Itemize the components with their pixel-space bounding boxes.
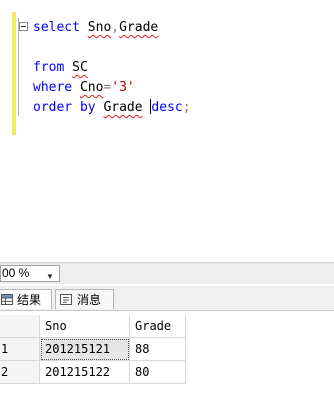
sql-keyword: select xyxy=(33,20,80,35)
row-number[interactable]: 1 xyxy=(0,338,40,361)
message-icon xyxy=(60,294,72,305)
sql-keyword: desc xyxy=(151,100,183,115)
tab-messages[interactable]: 消息 xyxy=(55,289,114,309)
sql-keyword: from xyxy=(33,60,65,75)
tab-results[interactable]: 结果 xyxy=(0,289,52,309)
zoom-select[interactable]: 00 % ▼ xyxy=(0,265,60,282)
cell-grade[interactable]: 80 xyxy=(130,361,186,384)
collapse-icon[interactable] xyxy=(19,22,28,31)
results-tab-strip: 结果 消息 xyxy=(0,286,334,311)
sql-token: Sno xyxy=(87,20,112,35)
sql-keyword: order by xyxy=(33,100,96,115)
cell-grade[interactable]: 88 xyxy=(130,338,186,361)
zoom-value: 00 % xyxy=(2,266,30,280)
cell-sno[interactable]: 201215122 xyxy=(40,361,130,384)
sql-keyword: where xyxy=(33,80,73,95)
dropdown-arrow-icon[interactable]: ▼ xyxy=(46,269,54,284)
sql-token: , xyxy=(111,20,120,35)
row-header-corner xyxy=(0,315,40,338)
row-number[interactable]: 2 xyxy=(0,361,40,384)
grid-icon xyxy=(1,294,13,305)
cell-sno[interactable]: 201215121 xyxy=(40,338,130,361)
code-line[interactable]: from SC xyxy=(33,58,88,78)
results-grid[interactable]: Sno Grade 1 201215121 88 2 201215122 80 xyxy=(0,311,334,418)
code-line[interactable]: order by Grade desc; xyxy=(33,98,191,118)
outline-margin-line xyxy=(18,18,19,116)
code-line[interactable]: where Cno='3' xyxy=(33,78,135,98)
sql-token: Grade xyxy=(119,20,159,35)
change-indicator-bar xyxy=(12,12,16,135)
query-editor[interactable]: select Sno,Grade from SC where Cno='3' orde… xyxy=(0,0,334,262)
column-header-sno[interactable]: Sno xyxy=(40,315,130,338)
sql-token: Cno xyxy=(79,80,104,95)
tab-results-label: 结果 xyxy=(17,293,42,307)
sql-token: ; xyxy=(182,100,191,115)
tab-messages-label: 消息 xyxy=(77,293,102,307)
editor-status-strip: 00 % ▼ xyxy=(0,262,334,284)
sql-token: SC xyxy=(72,60,88,75)
sql-token: Grade xyxy=(103,100,143,115)
column-header-grade[interactable]: Grade xyxy=(130,315,186,338)
sql-string: '3' xyxy=(111,80,135,95)
code-line[interactable]: select Sno,Grade xyxy=(33,18,158,38)
